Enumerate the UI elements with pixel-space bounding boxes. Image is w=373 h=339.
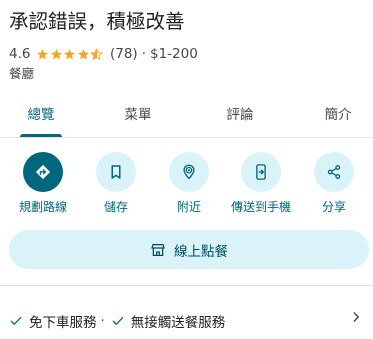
- save-button[interactable]: 儲存: [81, 152, 151, 215]
- service-options-row[interactable]: 免下車服務 · 無接觸送餐服務: [0, 305, 373, 335]
- place-title: 承認錯誤，積極改善: [9, 10, 185, 33]
- share-label: 分享: [321, 200, 346, 214]
- nearby-button[interactable]: 附近: [154, 152, 224, 215]
- service-options: 免下車服務 · 無接觸送餐服務: [9, 311, 225, 331]
- star-icon: [64, 48, 76, 59]
- check-icon: [112, 317, 124, 325]
- rating-row: 4.6 (78) · $1-200: [9, 45, 198, 63]
- send-to-phone-label: 傳送到手機: [230, 200, 291, 214]
- directions-label: 規劃路線: [18, 200, 67, 214]
- check-icon: [10, 317, 22, 325]
- nearby-label: 附近: [176, 200, 201, 214]
- section-divider: [0, 285, 373, 286]
- tab-bar: 總覽 菜單 評論 簡介: [0, 93, 373, 138]
- service-drive-through: 免下車服務: [29, 315, 97, 331]
- directions-circle: [23, 152, 63, 192]
- tab-about[interactable]: 簡介: [325, 93, 352, 137]
- directions-icon: [35, 164, 51, 180]
- review-count[interactable]: (78): [110, 46, 138, 62]
- save-circle: [96, 152, 136, 192]
- send-to-phone-button[interactable]: 傳送到手機: [226, 152, 296, 215]
- separator-dot: ·: [141, 46, 146, 62]
- save-label: 儲存: [103, 200, 128, 214]
- share-icon: [327, 165, 341, 179]
- share-circle: [314, 152, 354, 192]
- order-online-button[interactable]: 線上點餐: [9, 230, 369, 269]
- tab-menu[interactable]: 菜單: [125, 93, 152, 137]
- star-icon: [78, 48, 89, 59]
- place-category[interactable]: 餐廳: [9, 65, 34, 83]
- star-icon: [37, 48, 49, 59]
- tab-overview[interactable]: 總覽: [28, 93, 55, 137]
- separator-dot: ·: [100, 313, 105, 329]
- rating-score: 4.6: [9, 46, 31, 62]
- service-no-contact-delivery: 無接觸送餐服務: [130, 315, 226, 331]
- nearby-icon: [183, 164, 195, 180]
- star-icon: [51, 48, 62, 59]
- store-icon: [151, 243, 165, 256]
- directions-button[interactable]: 規劃路線: [8, 152, 78, 215]
- send-to-phone-circle: [241, 152, 281, 192]
- price-range: $1-200: [150, 46, 198, 62]
- share-button[interactable]: 分享: [299, 152, 369, 215]
- order-online-label: 線上點餐: [174, 243, 228, 260]
- send-to-phone-icon: [256, 164, 266, 180]
- active-tab-indicator: [20, 134, 62, 137]
- chevron-right-icon: [353, 312, 360, 322]
- bookmark-icon: [111, 165, 121, 179]
- place-panel: 承認錯誤，積極改善 4.6 (78) · $1-200 餐廳 總覽 菜單 評論 …: [0, 0, 373, 339]
- rating-stars: [36, 47, 104, 61]
- nearby-circle: [169, 152, 209, 192]
- star-half-icon: [90, 47, 104, 60]
- tab-reviews[interactable]: 評論: [227, 93, 254, 137]
